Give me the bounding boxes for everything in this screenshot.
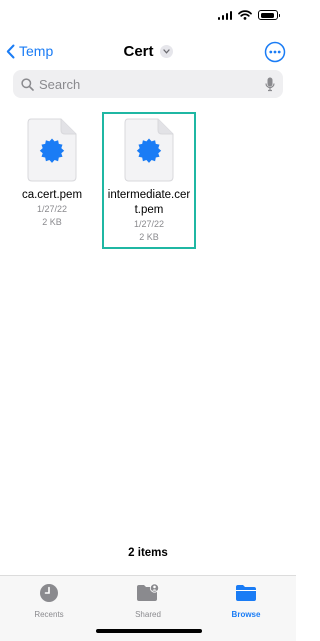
certificate-file-icon <box>124 118 174 182</box>
shared-folder-icon <box>137 583 160 601</box>
file-date: 1/27/22 <box>133 219 165 229</box>
file-date: 1/27/22 <box>36 204 68 214</box>
search-input[interactable] <box>39 76 265 92</box>
page-title: Cert <box>123 43 154 60</box>
file-size: 2 KB <box>42 217 62 227</box>
file-name: intermediate.cert.pem <box>107 189 191 216</box>
chevron-down-icon <box>159 45 173 58</box>
file-name: ca.cert.pem <box>21 189 83 201</box>
tab-browse[interactable]: Browse <box>211 583 281 619</box>
item-count: 2 items <box>128 547 168 559</box>
signal-icon <box>217 10 232 20</box>
status-bar <box>217 10 280 20</box>
file-item[interactable]: intermediate.cert.pem 1/27/22 2 KB <box>101 112 197 244</box>
more-options-icon[interactable] <box>264 41 286 63</box>
title-menu[interactable]: Cert <box>0 43 296 60</box>
navigation-bar: Temp Cert <box>0 40 296 66</box>
clock-icon <box>40 584 58 602</box>
tab-shared[interactable]: Shared <box>113 583 183 619</box>
search-icon <box>21 77 34 91</box>
tab-label: Browse <box>231 610 261 619</box>
wifi-icon <box>238 10 252 20</box>
tab-label: Shared <box>135 610 161 619</box>
tab-bar: Recents Shared Browse <box>0 575 296 641</box>
tab-label: Recents <box>34 610 64 619</box>
certificate-file-icon <box>27 118 77 182</box>
battery-icon <box>258 10 280 20</box>
tab-recents[interactable]: Recents <box>14 583 84 619</box>
file-item[interactable]: ca.cert.pem 1/27/22 2 KB <box>4 112 100 229</box>
search-bar[interactable] <box>13 70 283 98</box>
folder-icon <box>236 585 256 601</box>
file-size: 2 KB <box>139 232 159 242</box>
home-indicator[interactable] <box>96 629 202 633</box>
microphone-icon[interactable] <box>265 77 275 92</box>
